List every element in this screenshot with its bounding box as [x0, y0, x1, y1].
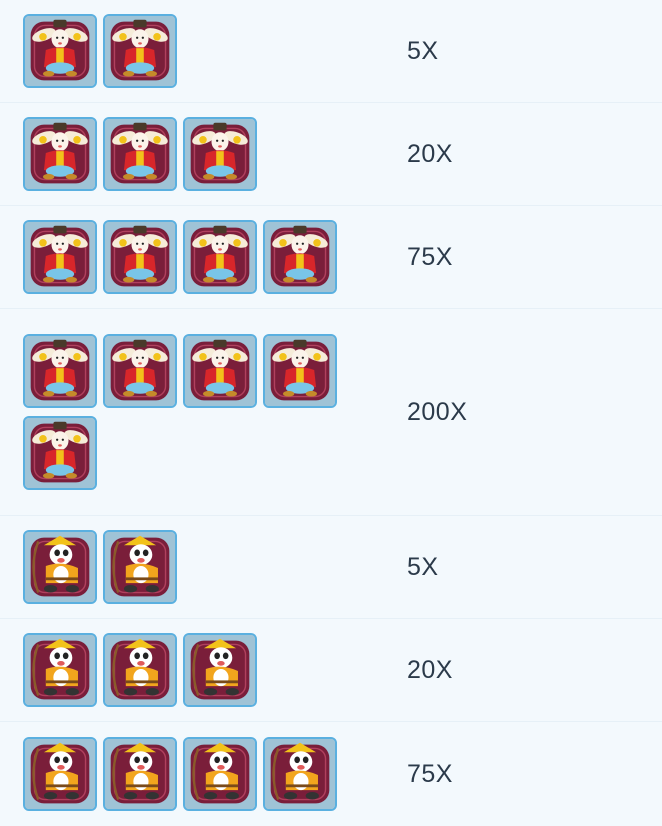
paytable-row: 5X — [0, 516, 662, 619]
rabbit-symbol-icon — [183, 334, 257, 408]
rabbit-symbol-icon — [23, 14, 97, 88]
payout-multiplier: 5X — [407, 36, 439, 65]
panda-archer-symbol-icon — [103, 530, 177, 604]
payout-multiplier: 5X — [407, 552, 439, 581]
paytable-row: 200X — [0, 309, 662, 516]
paytable-row: 75X — [0, 206, 662, 309]
rabbit-symbol-icon — [103, 117, 177, 191]
rabbit-symbol-icon — [263, 334, 337, 408]
rabbit-symbol-icon — [183, 117, 257, 191]
rabbit-symbol-icon — [103, 14, 177, 88]
payout-multiplier: 75X — [407, 242, 453, 271]
panda-archer-symbol-icon — [23, 530, 97, 604]
symbol-group — [0, 220, 384, 294]
rabbit-symbol-icon — [23, 220, 97, 294]
symbol-group — [0, 334, 384, 490]
paytable-row: 5X — [0, 0, 662, 103]
rabbit-symbol-icon — [183, 220, 257, 294]
panda-archer-symbol-icon — [23, 633, 97, 707]
symbol-group — [0, 530, 384, 604]
rabbit-symbol-icon — [103, 334, 177, 408]
payout-multiplier: 20X — [407, 139, 453, 168]
rabbit-symbol-icon — [103, 220, 177, 294]
payout-multiplier: 200X — [407, 397, 468, 426]
payout-multiplier: 20X — [407, 655, 453, 684]
paytable-row: 20X — [0, 619, 662, 722]
paytable-row: 20X — [0, 103, 662, 206]
paytable-row: 75X — [0, 722, 662, 826]
rabbit-symbol-icon — [263, 220, 337, 294]
symbol-group — [0, 14, 384, 88]
rabbit-symbol-icon — [23, 334, 97, 408]
rabbit-symbol-icon — [23, 117, 97, 191]
symbol-group — [0, 117, 384, 191]
panda-archer-symbol-icon — [183, 633, 257, 707]
symbol-group — [0, 633, 384, 707]
panda-archer-symbol-icon — [103, 633, 177, 707]
paytable: 5X 20X 75X 200X 5X 20X 75X — [0, 0, 662, 811]
rabbit-symbol-icon — [23, 416, 97, 490]
payout-multiplier: 75X — [407, 759, 453, 788]
